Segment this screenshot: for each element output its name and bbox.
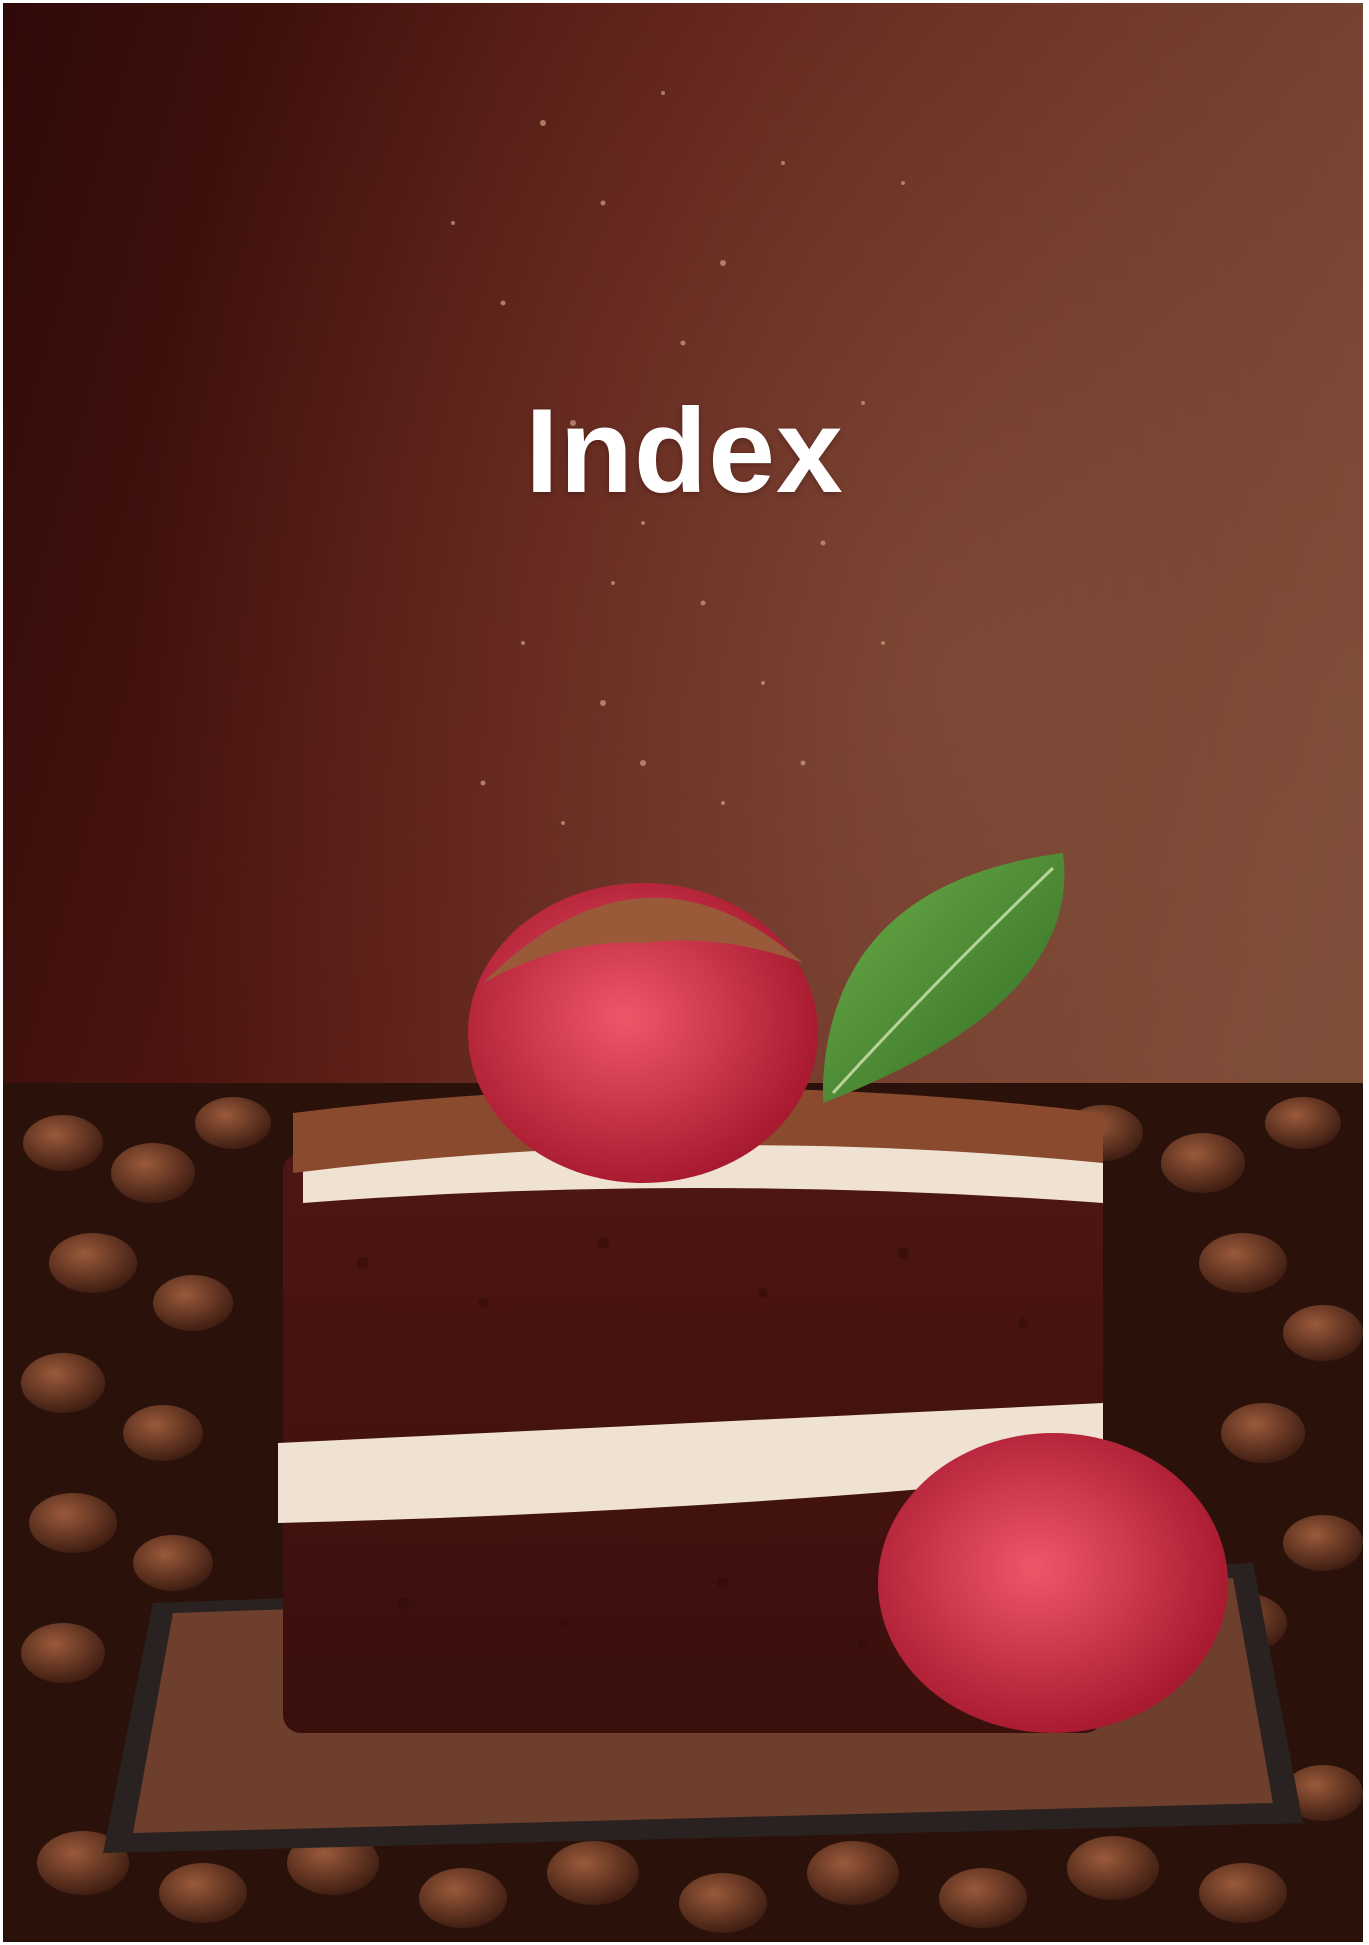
cake-photo xyxy=(3,3,1363,1942)
index-page: Index xyxy=(0,0,1369,1945)
page-title: Index xyxy=(525,384,844,518)
